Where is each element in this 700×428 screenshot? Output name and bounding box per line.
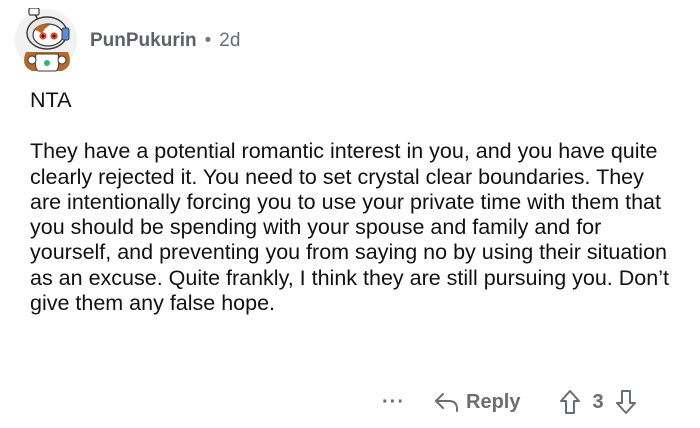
avatar[interactable] [14,8,78,72]
comment-actions: ··· Reply 3 [380,386,680,418]
upvote-button[interactable] [558,388,582,416]
comment: PunPukurin • 2d NTA They have a potentia… [0,0,700,428]
reply-button[interactable]: Reply [434,391,520,414]
vote-score: 3 [592,390,604,413]
meta-separator: • [204,29,212,51]
downvote-button[interactable] [614,388,638,416]
comment-paragraph: They have a potential romantic interest … [30,139,669,316]
comment-age[interactable]: 2d [219,31,240,50]
more-options-button[interactable]: ··· [382,391,410,414]
comment-paragraph: NTA [30,88,72,112]
upvote-arrow-icon [560,390,581,414]
vote-controls: 3 [558,388,637,416]
username[interactable]: PunPukurin [90,31,197,50]
comment-meta: PunPukurin • 2d [90,31,240,50]
reply-label: Reply [466,390,521,413]
downvote-arrow-icon [615,390,636,414]
comment-header: PunPukurin • 2d [14,8,240,72]
comment-body: NTA They have a potential romantic inter… [30,88,680,316]
snoo-avatar-icon [15,8,77,72]
reply-arrow-icon [435,393,458,412]
